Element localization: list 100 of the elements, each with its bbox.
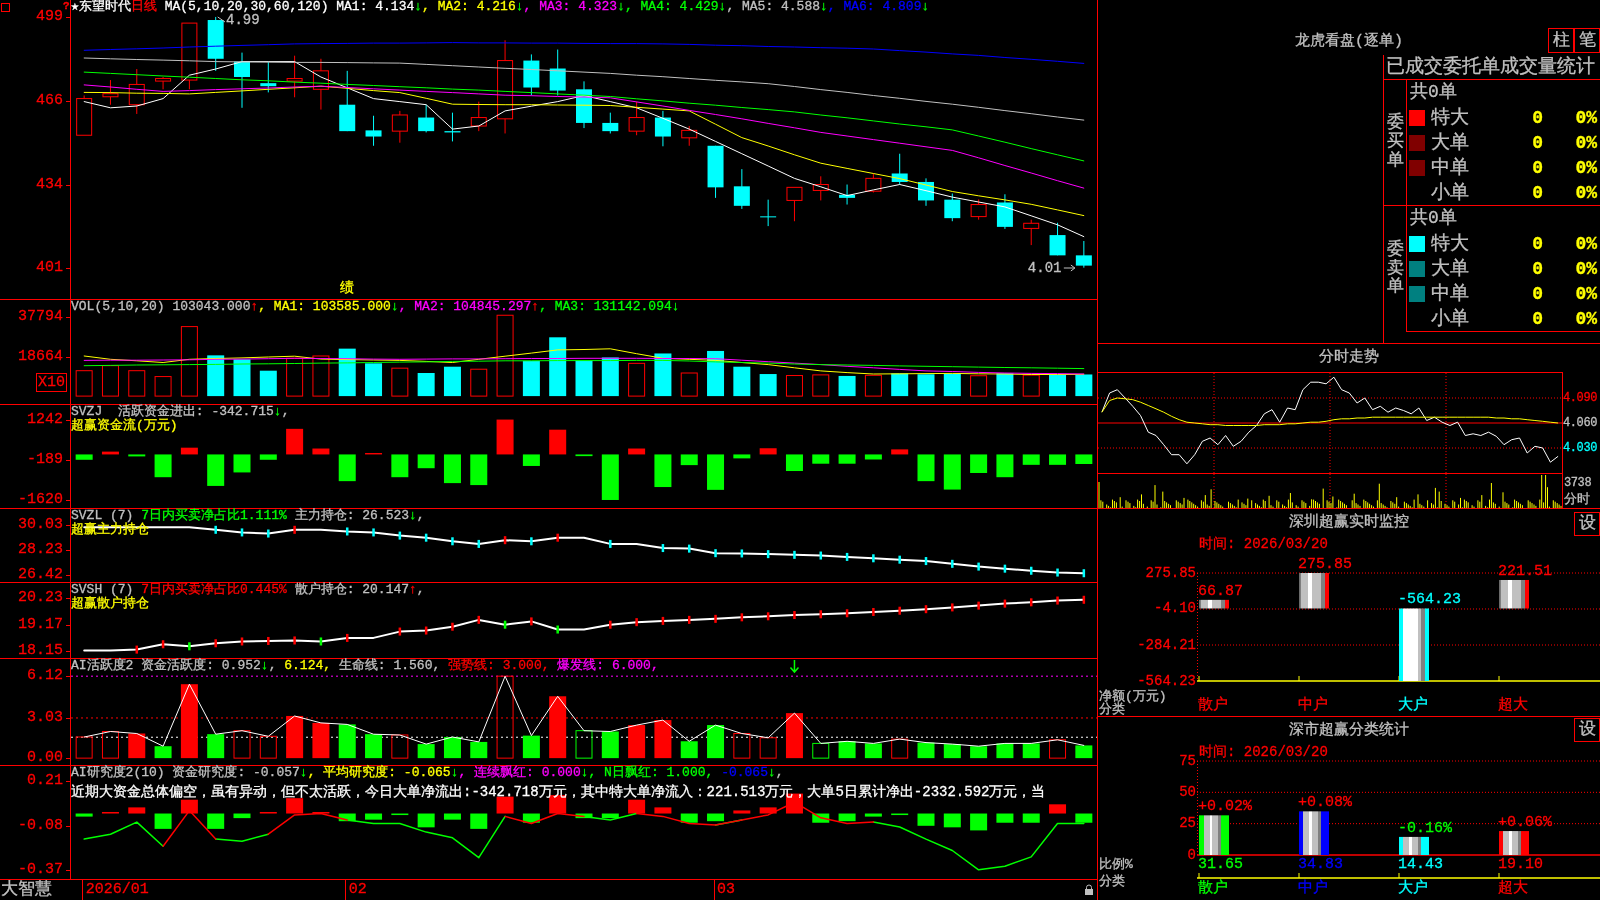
category-label: 大户 [1398,698,1428,713]
axis-label: 1242 [27,411,63,428]
candlestick [1023,219,1040,246]
value-label: 34.83 [1298,857,1343,872]
candlestick [102,79,119,106]
side-label: 委卖单 [1386,240,1404,298]
candlestick [576,80,592,129]
value-label: 31.65 [1198,857,1243,872]
candlestick [1049,222,1066,256]
square-icon[interactable] [1,3,10,12]
candlestick [312,58,329,111]
order-share: 0% [1574,307,1597,330]
candlestick [996,193,1013,230]
candlestick [523,53,540,96]
axis-title: 分类 [1099,875,1125,888]
view-toggle-button[interactable]: 柱 [1548,28,1574,53]
category-label: 散户 [1198,698,1228,713]
candlestick [628,101,645,136]
order-total: 共0单 [1409,81,1458,104]
axis-label: 466 [36,92,63,109]
date-label: 时间: 2026/03/20 [1198,537,1329,552]
candlestick [654,110,671,147]
order-share: 0% [1574,156,1597,179]
candlestick [234,52,250,109]
change-label: +0.06% [1498,815,1552,831]
candlestick [155,76,172,90]
date-axis-label: 03 [717,882,736,898]
table-title: 已成交委托单成交量统计 [1384,55,1600,80]
axis-label: -1620 [18,491,63,508]
lock-icon[interactable] [1084,884,1094,895]
pointer-arrow [1063,264,1076,272]
order-size-label: 小单 [1431,307,1470,330]
order-count: 0 [1531,307,1543,330]
net-flow-bar [1499,580,1529,609]
panel-title: 深圳超赢实时监控 [1289,512,1409,533]
axis-label: 28.23 [18,541,63,558]
category-label: 散户 [1198,881,1228,896]
axis-label: -564.23 [1137,673,1196,689]
axis-label: 20.23 [18,589,63,606]
indicator-legend: AI研究度2(10) 资金研究度: -0.057↓, 平均研究度: -0.065↓, 连续飘红: 0.000↓, N日飘红: 1.000, -0.065↓, [71,766,784,780]
axis-label: 3.03 [27,709,63,726]
axis-label: 75 [1179,753,1196,769]
order-size-label: 小单 [1431,181,1470,204]
view-toggle-button[interactable]: 笔 [1574,28,1600,53]
candlestick [733,168,750,210]
candlestick [260,61,277,93]
candlestick [602,112,619,134]
change-label: -0.16% [1398,820,1452,836]
axis-label: 6.12 [27,668,63,685]
indicator-legend: AI活跃度2 资金活跃度: 0.952↓, 6.124, 生命线: 1.560, 强势线: 3.000, 爆发线: 6.000, [71,659,659,673]
order-share: 0% [1574,131,1597,154]
candlestick [760,199,777,227]
panel-title: 深市超赢分类统计 [1289,720,1409,741]
price-axis-label: 4.060 [1563,416,1597,430]
indicator-legend: SVSH (7) 7日内买卖净占比0.445% 散户持仓: 20.147↑, [71,583,425,597]
settings-button[interactable]: 设 [1574,512,1600,536]
axis-unit-label: 分时 [1564,493,1590,506]
order-size-label: 特大 [1431,232,1470,255]
candlestick [944,193,961,222]
value-label: 14.43 [1398,857,1443,872]
candlestick [839,184,856,206]
candlestick [1075,240,1092,269]
candlestick [707,145,724,199]
axis-label: 0.00 [27,750,63,767]
order-share: 0% [1574,181,1597,204]
leader-line [217,16,226,23]
candlestick [470,101,487,132]
axis-label: 434 [36,176,63,193]
settings-button[interactable]: 设 [1574,718,1600,742]
category-label: 中户 [1298,698,1328,713]
order-size-label: 大单 [1431,131,1470,154]
axis-label: -189 [27,451,63,468]
candlestick [865,173,882,193]
candlestick [76,94,93,136]
axis-label: -284.21 [1137,637,1196,653]
candlestick [339,70,356,132]
candlestick [786,186,803,222]
axis-label: 499 [36,8,63,25]
change-label: +0.02% [1198,799,1252,815]
candlestick [891,153,908,185]
indicator-title: 超赢散户持仓 [71,597,149,611]
axis-label: 18664 [18,348,63,365]
indicator-legend: SVZL (7) 7日内买卖净占比1.111% 主力持仓: 26.523↓, [71,509,425,523]
axis-label: -0.08 [18,817,63,834]
axis-label: -4.10 [1154,601,1196,617]
scale-label: X10 [36,373,67,392]
axis-label: 275.85 [1145,565,1196,581]
axis-label: 401 [36,260,63,277]
side-label: 委买单 [1386,114,1404,171]
candlestick [918,177,934,207]
order-share: 0% [1574,232,1597,255]
volume-axis-label: 3738 [1564,477,1592,490]
order-count: 0 [1531,282,1543,305]
axis-label: 30.03 [18,516,63,533]
indicator-legend: SVZJ 活跃资金进出: -342.715↓, [71,405,290,419]
order-size-label: 中单 [1431,156,1470,179]
order-count: 0 [1531,131,1543,154]
category-label: 超大 [1498,881,1528,896]
category-label: 中户 [1298,881,1328,896]
help-mark[interactable]: ? [63,0,70,12]
